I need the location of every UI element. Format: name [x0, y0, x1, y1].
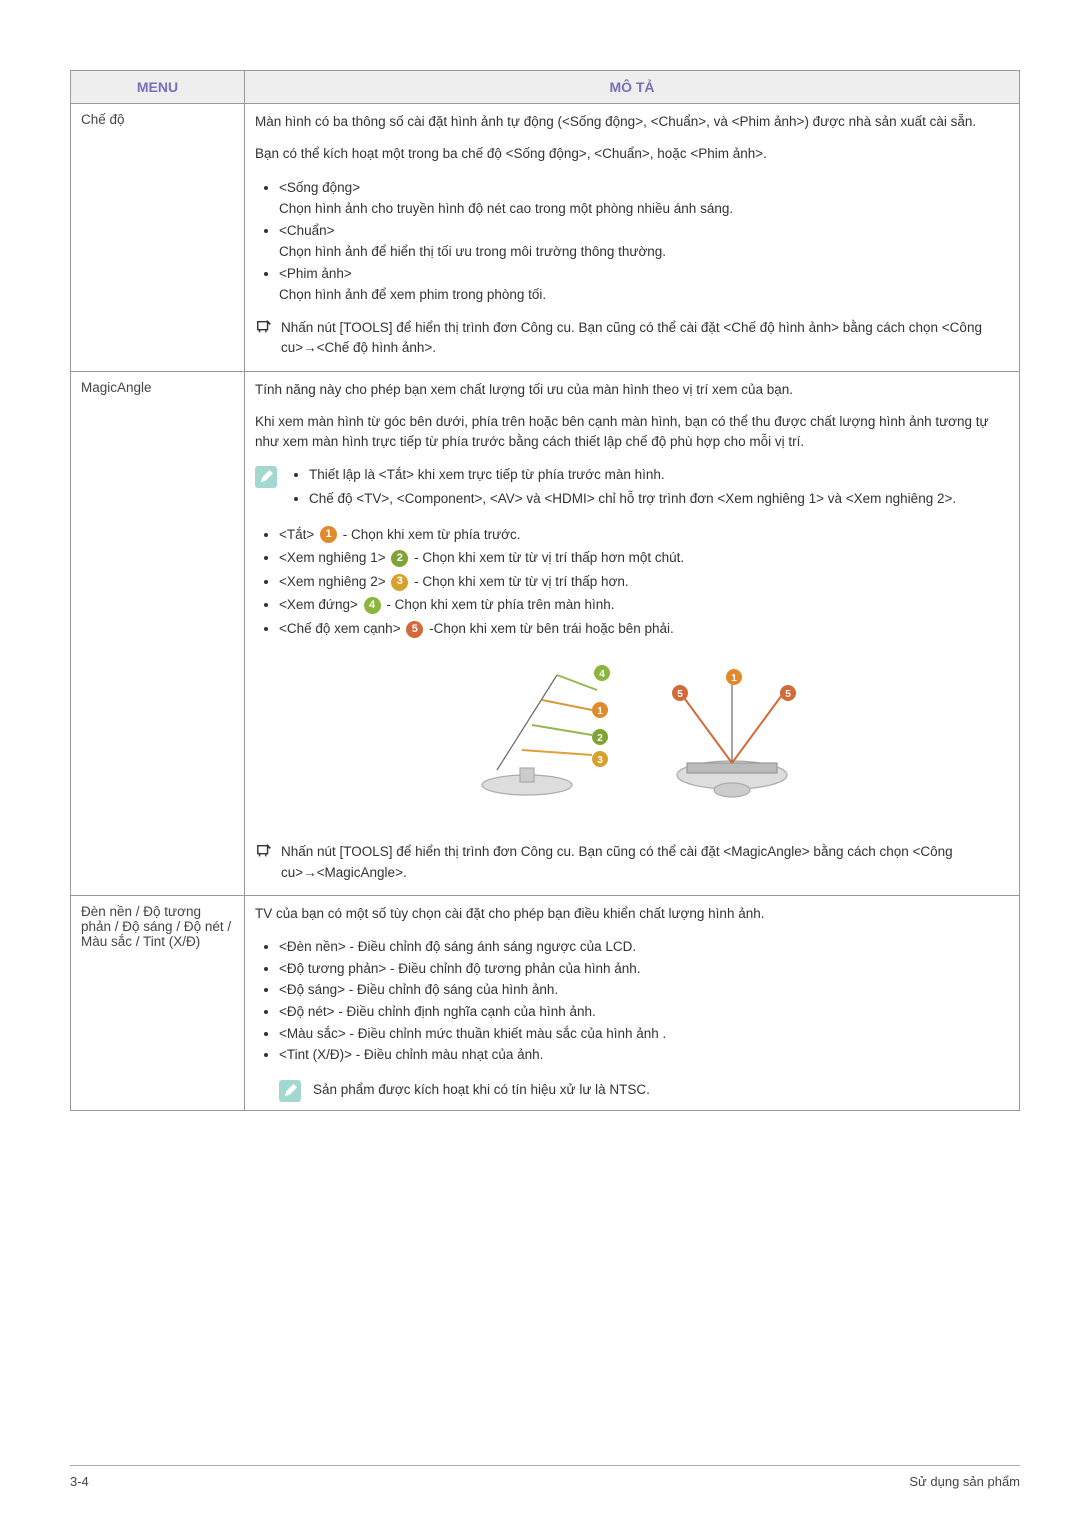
settings-table: MENU MÔ TẢ Chế độ Màn hình có ba thông s… — [70, 70, 1020, 1111]
text: Chọn hình ảnh cho truyền hình độ nét cao… — [279, 201, 733, 216]
table-row: Đèn nền / Độ tương phản / Độ sáng / Độ n… — [71, 895, 1020, 1110]
text: Màn hình có ba thông số cài đặt hình ảnh… — [255, 112, 1009, 132]
svg-text:1: 1 — [731, 673, 737, 684]
list-item: <Phim ảnh> Chọn hình ảnh để xem phim tro… — [279, 263, 1009, 306]
list-item: <Độ tương phản> - Điều chỉnh độ tương ph… — [279, 958, 1009, 980]
text: - Chọn khi xem từ phía trước. — [343, 527, 521, 542]
svg-text:4: 4 — [599, 669, 605, 680]
text: Sản phẩm được kích hoạt khi có tín hiệu … — [313, 1082, 650, 1097]
badge-5: 5 — [406, 621, 423, 638]
tools-note: Nhấn nút [TOOLS] để hiển thị trình đơn C… — [255, 842, 1009, 883]
row-backlight-title: Đèn nền / Độ tương phản / Độ sáng / Độ n… — [71, 895, 245, 1110]
text: Chọn hình ảnh để hiển thị tối ưu trong m… — [279, 244, 666, 259]
row-mode-desc: Màn hình có ba thông số cài đặt hình ảnh… — [245, 104, 1020, 372]
row-backlight-desc: TV của bạn có một số tùy chọn cài đặt ch… — [245, 895, 1020, 1110]
text: <Xem nghiêng 1> — [279, 550, 389, 565]
list-item: <Tắt> 1 - Chọn khi xem từ phía trước. — [279, 524, 1009, 546]
list-item: <Chuẩn> Chọn hình ảnh để hiển thị tối ưu… — [279, 220, 1009, 263]
list-item: <Sống động> Chọn hình ảnh cho truyền hìn… — [279, 177, 1009, 220]
footer-left: 3-4 — [70, 1474, 89, 1489]
text: TV của bạn có một số tùy chọn cài đặt ch… — [255, 904, 1009, 924]
page-footer: 3-4 Sử dụng sản phẩm — [70, 1465, 1020, 1489]
tools-icon — [255, 319, 273, 335]
list-item: <Xem đứng> 4 - Chọn khi xem từ phía trên… — [279, 594, 1009, 616]
table-row: MagicAngle Tính năng này cho phép bạn xe… — [71, 371, 1020, 895]
list-item: <Đèn nền> - Điều chỉnh độ sáng ánh sáng … — [279, 936, 1009, 958]
pen-icon — [279, 1080, 301, 1102]
angle-diagram: 4 1 2 3 1 — [255, 655, 1009, 818]
mode-list: <Sống động> Chọn hình ảnh cho truyền hìn… — [255, 177, 1009, 307]
list-item: <Độ nét> - Điều chỉnh định nghĩa cạnh củ… — [279, 1001, 1009, 1023]
text: <Xem đứng> — [279, 597, 362, 612]
text: Chọn hình ảnh để xem phim trong phòng tố… — [279, 287, 546, 302]
svg-text:2: 2 — [597, 733, 603, 744]
text: <Xem nghiêng 2> — [279, 574, 389, 589]
row-magic-title: MagicAngle — [71, 371, 245, 895]
text: - Chọn khi xem từ từ vị trí thấp hơn. — [414, 574, 629, 589]
angle-options: <Tắt> 1 - Chọn khi xem từ phía trước. <X… — [255, 524, 1009, 640]
tools-icon — [255, 843, 273, 859]
tools-note: Nhấn nút [TOOLS] để hiển thị trình đơn C… — [255, 318, 1009, 359]
list-item: Chế độ <TV>, <Component>, <AV> và <HDMI>… — [309, 488, 956, 510]
info-box: Thiết lập là <Tắt> khi xem trực tiếp từ … — [255, 464, 1009, 515]
list-item: <Xem nghiêng 1> 2 - Chọn khi xem từ từ v… — [279, 547, 1009, 569]
badge-3: 3 — [391, 574, 408, 591]
header-menu: MENU — [71, 71, 245, 104]
text: Khi xem màn hình từ góc bên dưới, phía t… — [255, 412, 1009, 453]
text: Nhấn nút [TOOLS] để hiển thị trình đơn C… — [281, 318, 1009, 359]
ntsc-note: Sản phẩm được kích hoạt khi có tín hiệu … — [255, 1078, 1009, 1102]
badge-2: 2 — [391, 550, 408, 567]
table-row: Chế độ Màn hình có ba thông số cài đặt h… — [71, 104, 1020, 372]
text: <Chuẩn> — [279, 223, 335, 238]
adjust-list: <Đèn nền> - Điều chỉnh độ sáng ánh sáng … — [255, 936, 1009, 1066]
list-item: Thiết lập là <Tắt> khi xem trực tiếp từ … — [309, 464, 956, 486]
text: <Sống động> — [279, 180, 360, 195]
text: <Phim ảnh> — [279, 266, 352, 281]
info-body: Thiết lập là <Tắt> khi xem trực tiếp từ … — [287, 464, 956, 515]
list-item: <Xem nghiêng 2> 3 - Chọn khi xem từ từ v… — [279, 571, 1009, 593]
list-item: <Chế độ xem cạnh> 5 -Chọn khi xem từ bên… — [279, 618, 1009, 640]
svg-text:5: 5 — [785, 689, 791, 700]
text: Bạn có thể kích hoạt một trong ba chế độ… — [255, 144, 1009, 164]
list-item: <Độ sáng> - Điều chỉnh độ sáng của hình … — [279, 979, 1009, 1001]
badge-4: 4 — [364, 597, 381, 614]
header-desc: MÔ TẢ — [245, 71, 1020, 104]
text: Tính năng này cho phép bạn xem chất lượn… — [255, 380, 1009, 400]
svg-text:1: 1 — [597, 706, 603, 717]
svg-text:5: 5 — [677, 689, 683, 700]
pen-icon — [255, 466, 277, 488]
text: -Chọn khi xem từ bên trái hoặc bên phải. — [429, 621, 674, 636]
text: - Chọn khi xem từ phía trên màn hình. — [386, 597, 614, 612]
row-magic-desc: Tính năng này cho phép bạn xem chất lượn… — [245, 371, 1020, 895]
text: - Chọn khi xem từ từ vị trí thấp hơn một… — [414, 550, 684, 565]
list-item: <Tint (X/Đ)> - Điều chỉnh màu nhạt của ả… — [279, 1044, 1009, 1066]
text: Nhấn nút [TOOLS] để hiển thị trình đơn C… — [281, 842, 1009, 883]
svg-text:3: 3 — [597, 755, 603, 766]
text: <Tắt> — [279, 527, 318, 542]
list-item: <Màu sắc> - Điều chỉnh mức thuần khiết m… — [279, 1023, 1009, 1045]
footer-right: Sử dụng sản phẩm — [909, 1474, 1020, 1489]
text: <Chế độ xem cạnh> — [279, 621, 404, 636]
row-mode-title: Chế độ — [71, 104, 245, 372]
badge-1: 1 — [320, 526, 337, 543]
